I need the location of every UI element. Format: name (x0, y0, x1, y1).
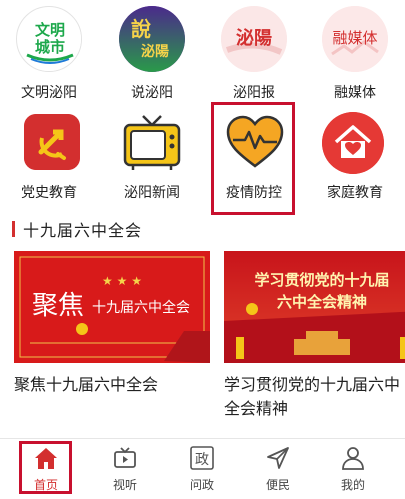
grid-item-label: 党史教育 (21, 185, 77, 201)
news-card-banner[interactable]: 学习贯彻党的十九届 六中全会精神 (224, 251, 405, 363)
svg-text:★ ★ ★: ★ ★ ★ (102, 274, 142, 288)
grid-item-label: 家庭教育 (327, 185, 383, 201)
news-card-title[interactable]: 聚焦十九届六中全会 (14, 373, 210, 397)
svg-text:文明: 文明 (35, 21, 65, 39)
video-icon (114, 447, 136, 468)
nav-label: 便民 (265, 478, 290, 492)
tv-icon (121, 112, 183, 172)
section-accent-bar (12, 221, 15, 237)
politics-icon: 政 (190, 446, 214, 470)
nav-politics[interactable]: 政 问政 (172, 445, 232, 493)
biyang-newspaper-logo: 泌陽 (221, 6, 287, 72)
user-icon (342, 447, 364, 470)
send-arrow-icon (267, 447, 289, 469)
banner-line-2: 六中全会精神 (276, 293, 367, 311)
svg-text:泌陽: 泌陽 (141, 43, 169, 60)
banner-big-text: 聚焦 (32, 291, 85, 321)
svg-text:說: 說 (131, 17, 151, 41)
section-header: 十九届六中全会 (12, 218, 142, 240)
grid-item-label: 融媒体 (334, 85, 376, 101)
nav-selection-highlight (19, 441, 72, 494)
selection-highlight (211, 102, 295, 215)
nav-label: 我的 (340, 478, 365, 492)
svg-text:政: 政 (195, 452, 209, 468)
grid-item-label: 文明泌阳 (21, 85, 77, 101)
home-heart-icon (322, 112, 384, 174)
svg-text:城市: 城市 (35, 38, 65, 56)
section-title: 十九届六中全会 (23, 221, 143, 240)
news-card-title[interactable]: 学习贯彻党的十九届六中全会精神 (224, 373, 400, 421)
banner-small-text: 十九届六中全会 (92, 300, 190, 316)
grid-item-label: 泌阳新闻 (124, 185, 180, 201)
nav-convenience[interactable]: 便民 (248, 445, 308, 493)
svg-text:融媒体: 融媒体 (332, 29, 377, 47)
nav-label: 视听 (112, 478, 137, 492)
svg-text:泌陽: 泌陽 (236, 27, 272, 49)
shuo-biyang-logo: 說 泌陽 (119, 6, 185, 72)
party-emblem-icon (24, 114, 80, 170)
news-card-banner[interactable]: ★ ★ ★ 聚焦 十九届六中全会 (14, 251, 210, 363)
grid-item-label: 说泌阳 (131, 85, 173, 101)
banner-line-1: 学习贯彻党的十九届 (254, 271, 390, 289)
rongmeiti-logo: 融媒体 (322, 6, 388, 72)
nav-profile[interactable]: 我的 (323, 445, 383, 493)
nav-label: 问政 (189, 478, 214, 492)
wenming-biyang-logo: 文明 城市 (16, 6, 82, 72)
grid-item-label: 泌阳报 (233, 85, 275, 101)
nav-video[interactable]: 视听 (95, 445, 155, 493)
